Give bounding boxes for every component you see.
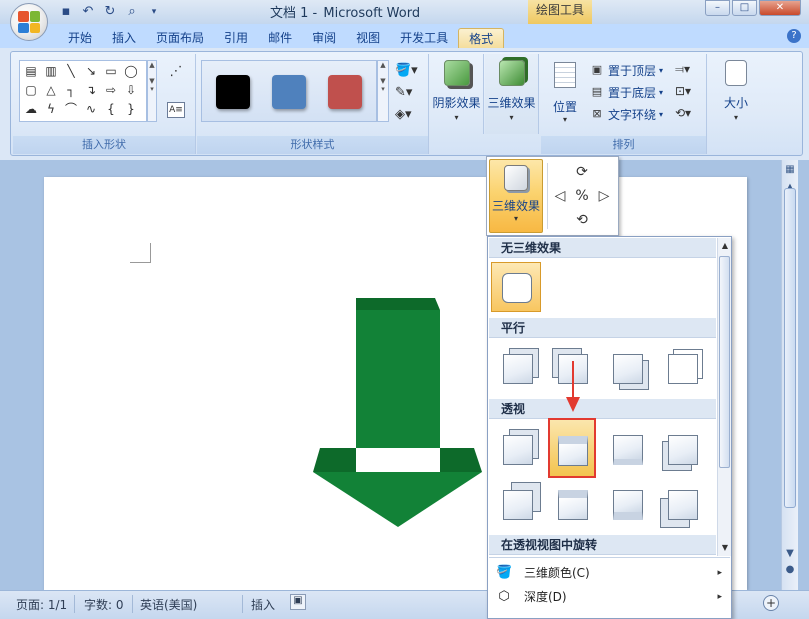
office-button[interactable] — [10, 3, 48, 41]
chevron-right-icon: ▸ — [717, 568, 722, 578]
status-word-count[interactable]: 字数: 0 — [84, 596, 124, 613]
perspective-option-1[interactable] — [493, 425, 543, 475]
scroll-up-icon[interactable]: ▲ — [720, 240, 730, 252]
perspective-option-7[interactable] — [603, 480, 653, 530]
status-divider — [132, 595, 133, 613]
perspective-cube-icon — [668, 435, 698, 465]
macro-record-icon[interactable]: ▣ — [290, 594, 306, 610]
tilt-right-icon[interactable]: ▷ — [595, 187, 613, 205]
perspective-cube-icon — [558, 436, 588, 466]
three-d-effects-popup: 三维效果 ▾ ⟳ ◁ % ▷ ⟲ — [486, 156, 619, 236]
perspective-option-4[interactable] — [658, 425, 708, 475]
menu-divider — [489, 557, 730, 558]
three-d-effects-gallery: 无三维效果 平行 透视 在透视视图中旋转 ▲ ▼ 🪣 三维颜色(C) ▸ ⬡ 深… — [487, 236, 732, 619]
perspective-cube-icon — [503, 435, 533, 465]
perspective-cube-icon — [668, 490, 698, 520]
section-no-3d: 无三维效果 — [489, 238, 716, 258]
status-divider — [74, 595, 75, 613]
arrow-shaft — [356, 310, 440, 448]
menu-3d-color-label: 三维颜色(C) — [524, 566, 590, 580]
paint-bucket-icon: 🪣 — [496, 565, 513, 580]
arrow-head — [313, 472, 482, 527]
arrow-right-wing — [440, 448, 482, 472]
tilt-up-icon[interactable]: ⟳ — [573, 163, 591, 181]
three-d-cube-icon — [504, 165, 528, 191]
parallel-option-3[interactable] — [603, 344, 653, 394]
gallery-scroll-thumb[interactable] — [719, 256, 730, 468]
section-perspective: 透视 — [489, 399, 716, 419]
tilt-left-icon[interactable]: ◁ — [551, 187, 569, 205]
section-parallel: 平行 — [489, 318, 716, 338]
perspective-option-3[interactable] — [603, 425, 653, 475]
perspective-option-5[interactable] — [493, 480, 543, 530]
perspective-option-8[interactable] — [658, 480, 708, 530]
scrollbar-thumb[interactable] — [784, 188, 796, 508]
zoom-in-icon[interactable]: + — [763, 595, 779, 611]
arrow-left-wing — [313, 448, 356, 472]
three-d-effects-menu-label: 三维效果 — [491, 199, 540, 213]
perspective-cube-icon — [503, 490, 533, 520]
status-insert-mode[interactable]: 插入 — [251, 596, 275, 613]
browse-object-icon[interactable]: ● — [783, 562, 797, 577]
three-d-toggle-icon[interactable]: % — [573, 187, 591, 205]
chevron-down-icon: ▾ — [513, 214, 518, 223]
status-language[interactable]: 英语(美国) — [140, 596, 197, 613]
parallel-cube-icon — [613, 354, 643, 384]
three-d-effects-menu-button[interactable]: 三维效果 ▾ — [489, 159, 543, 233]
scroll-down-icon[interactable]: ▼ — [783, 546, 797, 561]
popup-divider — [547, 163, 548, 229]
status-page[interactable]: 页面: 1/1 — [16, 596, 67, 613]
scroll-down-icon[interactable]: ▼ — [720, 542, 730, 554]
perspective-cube-icon — [558, 490, 588, 520]
perspective-cube-icon — [613, 435, 643, 465]
red-pointer-arrow — [566, 361, 580, 412]
tilt-down-icon[interactable]: ⟲ — [573, 211, 591, 229]
gallery-scrollbar[interactable]: ▲ ▼ — [717, 238, 731, 556]
perspective-cube-icon — [613, 490, 643, 520]
perspective-option-2-highlighted[interactable] — [548, 418, 596, 478]
no-3d-cube-icon — [502, 273, 532, 303]
menu-depth-label: 深度(D) — [524, 590, 567, 604]
status-divider — [242, 595, 243, 613]
parallel-cube-icon — [503, 354, 533, 384]
no-3d-effect-option[interactable] — [491, 262, 541, 312]
office-logo-icon — [18, 11, 40, 33]
section-rotate-perspective: 在透视视图中旋转 — [489, 535, 716, 555]
vertical-scrollbar[interactable]: ▦ ▲ ▼ ● — [781, 160, 798, 590]
ruler-toggle-icon[interactable]: ▦ — [783, 162, 797, 177]
parallel-option-4[interactable] — [658, 344, 708, 394]
menu-3d-color[interactable]: 🪣 三维颜色(C) ▸ — [489, 561, 730, 585]
menu-depth[interactable]: ⬡ 深度(D) ▸ — [489, 585, 730, 609]
parallel-option-1[interactable] — [493, 344, 543, 394]
parallel-cube-icon — [668, 354, 698, 384]
perspective-option-6[interactable] — [548, 480, 598, 530]
depth-icon: ⬡ — [498, 589, 510, 604]
chevron-right-icon: ▸ — [717, 592, 722, 602]
arrow-top-face — [356, 298, 440, 310]
